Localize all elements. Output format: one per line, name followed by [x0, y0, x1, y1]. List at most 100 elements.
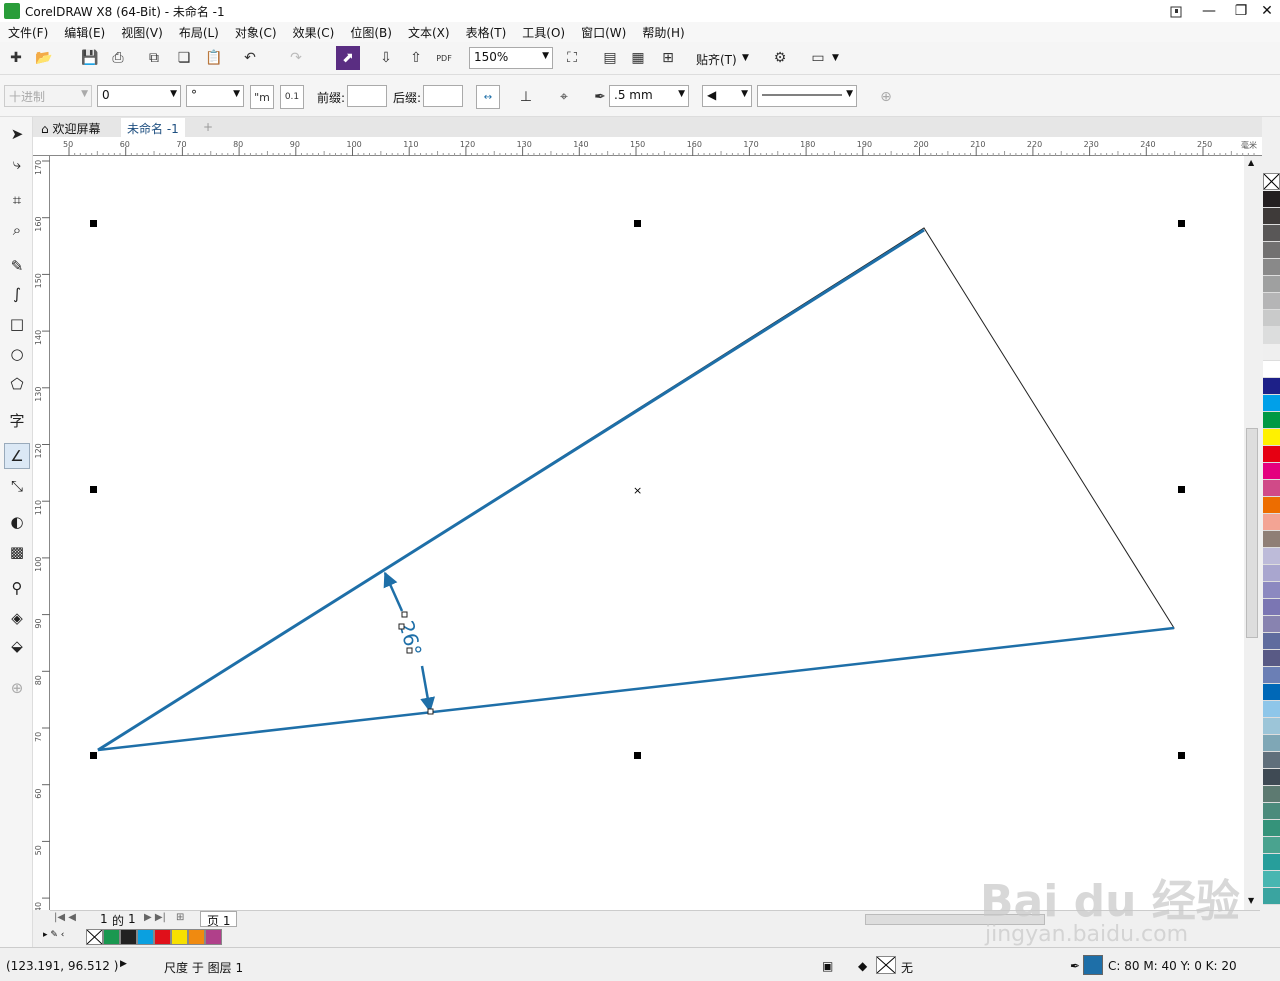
scroll-down-icon[interactable]: ▼ — [1248, 896, 1254, 905]
tab-untitled-1[interactable]: 未命名 -1 — [121, 118, 185, 137]
menu-view[interactable]: 视图(V) — [113, 24, 171, 41]
palette-color-swatch[interactable] — [1263, 735, 1280, 752]
restore-icon[interactable] — [1162, 0, 1192, 22]
zoom-level-dropdown[interactable]: 150% ▼ — [469, 47, 553, 69]
paste-icon[interactable]: 📋 — [202, 46, 226, 70]
save-icon[interactable]: 💾 — [78, 46, 102, 70]
print-icon[interactable]: ⎙ — [106, 46, 130, 70]
palette-color-swatch[interactable] — [1263, 650, 1280, 667]
palette-color-swatch[interactable] — [1263, 684, 1280, 701]
smart-fill-tool-icon[interactable]: ⬙ — [4, 633, 30, 659]
dimension-node[interactable] — [401, 611, 408, 618]
prefix-input[interactable] — [347, 85, 387, 107]
palette-color-swatch[interactable] — [1263, 327, 1280, 344]
palette-color-swatch[interactable] — [1263, 395, 1280, 412]
ellipse-tool-icon[interactable]: ○ — [4, 341, 30, 367]
palette-color-swatch[interactable] — [1263, 752, 1280, 769]
document-palette-swatch[interactable] — [103, 929, 120, 945]
scroll-up-icon[interactable]: ▲ — [1248, 158, 1254, 167]
menu-table[interactable]: 表格(T) — [458, 24, 515, 41]
fill-none-swatch[interactable] — [876, 956, 896, 974]
dynamic-dimensioning-icon[interactable]: ↔ — [476, 85, 500, 109]
show-guidelines-icon[interactable]: ⊞ — [656, 46, 680, 70]
menu-help[interactable]: 帮助(H) — [634, 24, 692, 41]
color-proof-icon[interactable]: ▣ — [822, 959, 833, 973]
palette-color-swatch[interactable] — [1263, 378, 1280, 395]
palette-color-swatch[interactable] — [1263, 208, 1280, 225]
fill-tool-icon[interactable]: ◈ — [4, 605, 30, 631]
drawing-canvas[interactable]: 26° × — [50, 156, 1260, 910]
palette-color-swatch[interactable] — [1263, 446, 1280, 463]
selection-handle[interactable] — [634, 752, 641, 759]
palette-color-swatch[interactable] — [1263, 854, 1280, 871]
open-folder-icon[interactable]: 📂 — [32, 46, 56, 70]
options-gear-icon[interactable]: ⚙ — [768, 46, 792, 70]
polygon-tool-icon[interactable]: ⬠ — [4, 371, 30, 397]
first-page-icon[interactable]: |◀ ◀ — [54, 912, 76, 923]
document-palette-swatch[interactable] — [188, 929, 205, 945]
selection-handle[interactable] — [1178, 220, 1185, 227]
palette-color-swatch[interactable] — [1263, 718, 1280, 735]
angular-dimension-tool-icon[interactable]: ∠ — [4, 443, 30, 469]
palette-color-swatch[interactable] — [1263, 701, 1280, 718]
show-units-icon[interactable]: "m — [250, 85, 274, 109]
add-tool-icon[interactable]: ⊕ — [4, 675, 30, 701]
arrowhead-dropdown[interactable]: ◀ ▼ — [702, 85, 752, 107]
document-palette-swatch[interactable] — [171, 929, 188, 945]
palette-color-swatch[interactable] — [1263, 412, 1280, 429]
menu-text[interactable]: 文本(X) — [400, 24, 458, 41]
selection-handle[interactable] — [90, 486, 97, 493]
menu-edit[interactable]: 编辑(E) — [56, 24, 113, 41]
menu-file[interactable]: 文件(F) — [0, 24, 56, 41]
tab-welcome-screen[interactable]: ⌂ 欢迎屏幕 — [35, 118, 106, 137]
document-palette-swatch[interactable] — [120, 929, 137, 945]
undo-icon[interactable]: ↶ — [238, 46, 262, 70]
selection-handle[interactable] — [1178, 486, 1185, 493]
show-rulers-icon[interactable]: ▤ — [598, 46, 622, 70]
menu-object[interactable]: 对象(C) — [227, 24, 285, 41]
document-palette-swatch[interactable] — [205, 929, 222, 945]
add-plus-icon[interactable]: ⊕ — [874, 85, 898, 109]
palette-color-swatch[interactable] — [1263, 293, 1280, 310]
palette-color-swatch[interactable] — [1263, 616, 1280, 633]
document-palette-swatch[interactable] — [154, 929, 171, 945]
document-palette-swatch[interactable] — [137, 929, 154, 945]
next-page-icon[interactable]: ▶ ▶| — [144, 912, 166, 923]
palette-color-swatch[interactable] — [1263, 871, 1280, 888]
suffix-input[interactable] — [423, 85, 463, 107]
palette-color-swatch[interactable] — [1263, 633, 1280, 650]
copy-icon[interactable]: ❏ — [172, 46, 196, 70]
palette-color-swatch[interactable] — [1263, 548, 1280, 565]
palette-color-swatch[interactable] — [1263, 497, 1280, 514]
palette-color-swatch[interactable] — [1263, 344, 1280, 361]
palette-color-swatch[interactable] — [1263, 242, 1280, 259]
minimize-button[interactable]: — — [1194, 0, 1224, 22]
palette-color-swatch[interactable] — [1263, 599, 1280, 616]
zoom-tool-icon[interactable]: ⌕ — [4, 217, 30, 243]
text-tool-icon[interactable]: 字 — [4, 407, 30, 433]
palette-color-swatch[interactable] — [1263, 310, 1280, 327]
palette-color-swatch[interactable] — [1263, 463, 1280, 480]
no-color-swatch[interactable] — [1263, 173, 1280, 190]
vertical-scrollbar[interactable]: ▲ ▼ — [1244, 156, 1260, 910]
no-color-swatch[interactable] — [86, 929, 103, 945]
eyedropper-tool-icon[interactable]: ⚲ — [4, 575, 30, 601]
palette-color-swatch[interactable] — [1263, 565, 1280, 582]
chevron-right-icon[interactable]: ▶ — [120, 959, 127, 969]
show-leading-zero-icon[interactable]: 0.1 — [280, 85, 304, 109]
palette-color-swatch[interactable] — [1263, 769, 1280, 786]
palette-color-swatch[interactable] — [1263, 191, 1280, 208]
show-grid-icon[interactable]: ▦ — [626, 46, 650, 70]
palette-expand-icon[interactable]: ▸ ✎ ‹ — [43, 930, 64, 940]
line-style-dropdown[interactable]: ▼ — [757, 85, 857, 107]
palette-color-swatch[interactable] — [1263, 429, 1280, 446]
shadow-tool-icon[interactable]: ◐ — [4, 509, 30, 535]
outline-color-swatch[interactable] — [1083, 955, 1103, 975]
menu-effects[interactable]: 效果(C) — [285, 24, 343, 41]
menu-bitmaps[interactable]: 位图(B) — [342, 24, 400, 41]
palette-color-swatch[interactable] — [1263, 837, 1280, 854]
palette-color-swatch[interactable] — [1263, 514, 1280, 531]
angle-arm-upper[interactable] — [97, 228, 925, 752]
dimension-units-dropdown[interactable]: ° ▼ — [186, 85, 244, 107]
search-content-icon[interactable]: ⬈ — [336, 46, 360, 70]
